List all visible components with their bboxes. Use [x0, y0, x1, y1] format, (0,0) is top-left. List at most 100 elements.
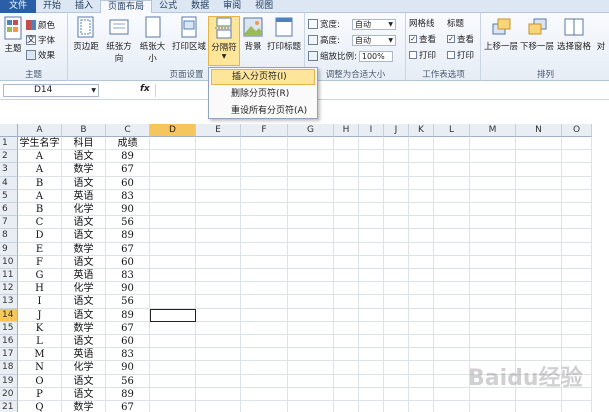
- column-header-k[interactable]: K: [409, 124, 434, 137]
- table-cell[interactable]: 语文: [62, 255, 106, 269]
- table-cell[interactable]: [288, 295, 334, 309]
- table-cell[interactable]: 数学: [62, 321, 106, 335]
- table-cell[interactable]: [384, 255, 409, 269]
- table-cell[interactable]: 67: [106, 401, 150, 412]
- table-cell[interactable]: [562, 137, 592, 151]
- table-cell[interactable]: [434, 189, 470, 203]
- table-cell[interactable]: [409, 242, 434, 256]
- table-cell[interactable]: N: [18, 361, 62, 375]
- column-header-a[interactable]: A: [18, 124, 62, 137]
- table-cell[interactable]: [470, 163, 516, 177]
- table-cell[interactable]: [359, 216, 384, 230]
- table-cell[interactable]: [516, 216, 562, 230]
- table-cell[interactable]: [196, 216, 241, 230]
- row-header[interactable]: 9: [0, 242, 18, 256]
- table-cell[interactable]: [516, 137, 562, 151]
- margins-button[interactable]: 页边距: [71, 16, 101, 52]
- table-cell[interactable]: [150, 203, 196, 217]
- table-cell[interactable]: [562, 229, 592, 243]
- table-cell[interactable]: [516, 335, 562, 349]
- table-cell[interactable]: [288, 335, 334, 349]
- table-cell[interactable]: [241, 216, 288, 230]
- table-cell[interactable]: [409, 203, 434, 217]
- table-cell[interactable]: [516, 150, 562, 164]
- table-cell[interactable]: 英语: [62, 189, 106, 203]
- table-cell[interactable]: [562, 189, 592, 203]
- tab-insert[interactable]: 插入: [68, 0, 100, 13]
- table-cell[interactable]: F: [18, 255, 62, 269]
- tab-data[interactable]: 数据: [184, 0, 216, 13]
- table-cell[interactable]: 成绩: [106, 137, 150, 151]
- table-cell[interactable]: [150, 374, 196, 388]
- table-cell[interactable]: [562, 308, 592, 322]
- table-cell[interactable]: [359, 361, 384, 375]
- table-cell[interactable]: [359, 150, 384, 164]
- table-cell[interactable]: [241, 348, 288, 362]
- table-cell[interactable]: [409, 401, 434, 412]
- table-cell[interactable]: [470, 216, 516, 230]
- tab-page-layout[interactable]: 页面布局: [100, 0, 153, 14]
- table-cell[interactable]: [334, 387, 359, 401]
- row-header[interactable]: 6: [0, 203, 18, 217]
- column-header-m[interactable]: M: [470, 124, 516, 137]
- table-cell[interactable]: [359, 255, 384, 269]
- table-cell[interactable]: [150, 255, 196, 269]
- table-cell[interactable]: [196, 163, 241, 177]
- row-header[interactable]: 7: [0, 216, 18, 230]
- table-cell[interactable]: 语文: [62, 216, 106, 230]
- print-titles-button[interactable]: 打印标题: [266, 16, 302, 52]
- table-cell[interactable]: 科目: [62, 137, 106, 151]
- table-cell[interactable]: [196, 361, 241, 375]
- row-header[interactable]: 5: [0, 189, 18, 203]
- table-cell[interactable]: 数学: [62, 242, 106, 256]
- table-cell[interactable]: [196, 269, 241, 283]
- table-cell[interactable]: Q: [18, 401, 62, 412]
- selection-pane-button[interactable]: 选择窗格: [556, 16, 592, 52]
- table-cell[interactable]: [384, 348, 409, 362]
- table-cell[interactable]: [334, 295, 359, 309]
- column-header-c[interactable]: C: [106, 124, 150, 137]
- table-cell[interactable]: [359, 229, 384, 243]
- table-cell[interactable]: [562, 269, 592, 283]
- table-cell[interactable]: [384, 163, 409, 177]
- table-cell[interactable]: A: [18, 150, 62, 164]
- table-cell[interactable]: [409, 229, 434, 243]
- table-cell[interactable]: [196, 348, 241, 362]
- table-cell[interactable]: [470, 189, 516, 203]
- table-cell[interactable]: [384, 176, 409, 190]
- table-cell[interactable]: [359, 137, 384, 151]
- table-cell[interactable]: [516, 176, 562, 190]
- table-cell[interactable]: [409, 295, 434, 309]
- table-cell[interactable]: [434, 295, 470, 309]
- fx-icon[interactable]: fx: [140, 84, 150, 94]
- table-cell[interactable]: [334, 176, 359, 190]
- table-cell[interactable]: [288, 374, 334, 388]
- table-cell[interactable]: [288, 163, 334, 177]
- table-cell[interactable]: [334, 308, 359, 322]
- background-button[interactable]: 背景: [241, 16, 265, 52]
- table-cell[interactable]: [241, 269, 288, 283]
- table-cell[interactable]: [562, 216, 592, 230]
- table-cell[interactable]: [196, 401, 241, 412]
- table-cell[interactable]: 语文: [62, 150, 106, 164]
- table-cell[interactable]: [384, 282, 409, 296]
- table-cell[interactable]: [196, 295, 241, 309]
- column-header-g[interactable]: G: [288, 124, 334, 137]
- table-cell[interactable]: 英语: [62, 269, 106, 283]
- table-cell[interactable]: [334, 269, 359, 283]
- table-cell[interactable]: [470, 401, 516, 412]
- table-cell[interactable]: 56: [106, 374, 150, 388]
- table-cell[interactable]: [359, 335, 384, 349]
- table-cell[interactable]: [384, 203, 409, 217]
- table-cell[interactable]: [288, 229, 334, 243]
- table-cell[interactable]: [562, 150, 592, 164]
- table-cell[interactable]: [241, 229, 288, 243]
- table-cell[interactable]: [359, 295, 384, 309]
- row-header[interactable]: 21: [0, 401, 18, 412]
- print-area-button[interactable]: 打印区域: [171, 16, 207, 52]
- table-cell[interactable]: 语文: [62, 176, 106, 190]
- table-cell[interactable]: [434, 321, 470, 335]
- row-header[interactable]: 1: [0, 137, 18, 151]
- table-cell[interactable]: [516, 255, 562, 269]
- table-cell[interactable]: [196, 374, 241, 388]
